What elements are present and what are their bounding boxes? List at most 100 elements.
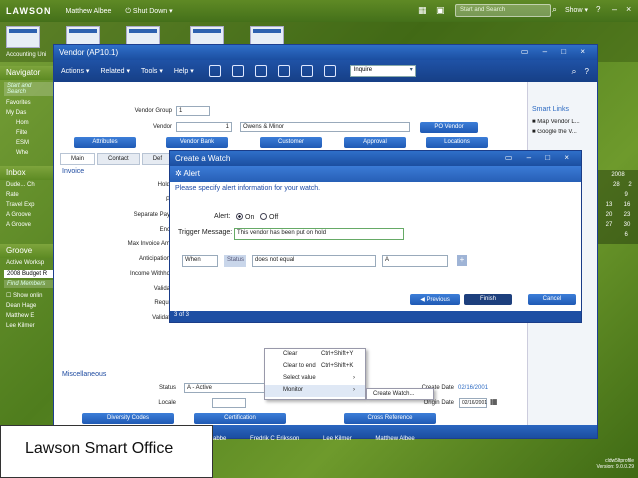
- inbox-item[interactable]: Rate: [0, 190, 58, 200]
- navigator-item[interactable]: Whe: [0, 148, 58, 158]
- po-vendor-button[interactable]: PO Vendor: [420, 122, 478, 133]
- inquire-select[interactable]: Inquire: [349, 65, 416, 77]
- document-icon[interactable]: [323, 65, 336, 77]
- invoice-section-title: Invoice: [62, 168, 85, 175]
- status-label: Status: [158, 385, 176, 391]
- taskbar-member[interactable]: Lee Kilmer: [323, 436, 352, 442]
- member-item[interactable]: Dean Hage: [0, 301, 58, 311]
- menu-item-clear-to-end[interactable]: Clear to end Ctrl+Shift+K: [265, 361, 365, 373]
- watch-page-indicator: 3 of 3: [170, 311, 581, 322]
- user-name[interactable]: Matthew Albee: [66, 8, 112, 15]
- taskbar-members: abbe Fredrik C Eriksson Lee Kilmer Matth…: [213, 436, 638, 454]
- menu-item-clear[interactable]: Clear Ctrl+Shift+Y: [265, 349, 365, 361]
- paste-icon[interactable]: [300, 65, 313, 77]
- cancel-button[interactable]: Cancel: [528, 294, 576, 305]
- navigator-item[interactable]: ESM: [0, 138, 58, 148]
- value-input[interactable]: A: [382, 255, 448, 267]
- finish-button[interactable]: Finish: [464, 294, 512, 305]
- show-online-checkbox[interactable]: ☐ Show onlin: [0, 290, 58, 301]
- inbox-item[interactable]: A Groove: [0, 210, 58, 220]
- find-members-input[interactable]: Find Members: [4, 280, 54, 288]
- taskbar-member[interactable]: abbe: [213, 436, 226, 442]
- menu-item-monitor[interactable]: Monitor ›: [265, 385, 365, 397]
- smart-links-title: Smart Links: [532, 106, 569, 113]
- inbox-header[interactable]: Inbox: [0, 166, 58, 180]
- inbox-item[interactable]: Travel Exp: [0, 200, 58, 210]
- vendor-field[interactable]: 1: [176, 122, 232, 132]
- inbox-item[interactable]: Dude... Ch: [0, 180, 58, 190]
- member-item[interactable]: Matthew E: [0, 311, 58, 321]
- zoom-icon[interactable]: ⌕: [572, 66, 577, 77]
- alert-on-radio[interactable]: On: [236, 213, 254, 221]
- diversity-codes-button[interactable]: Diversity Codes: [82, 413, 174, 424]
- help-icon[interactable]: ?: [596, 5, 600, 14]
- navigator-item[interactable]: Hom: [0, 118, 58, 128]
- calendar-icon[interactable]: ▦: [490, 397, 498, 406]
- minimize-icon[interactable]: –: [612, 4, 617, 14]
- alert-off-radio[interactable]: Off: [260, 213, 278, 221]
- menu-item-select-value[interactable]: Select value ›: [265, 373, 365, 385]
- copy-icon[interactable]: [277, 65, 290, 77]
- shutdown-button[interactable]: ⏻ Shut Down ▾: [125, 7, 172, 16]
- layout-icon[interactable]: ▦: [418, 5, 427, 16]
- form-label: Validat: [152, 315, 170, 321]
- tab-contact[interactable]: Contact: [97, 153, 140, 165]
- form-label: Hold: [157, 182, 170, 188]
- navigator-item[interactable]: My Das: [0, 108, 58, 118]
- navigator-item[interactable]: Filte: [0, 128, 58, 138]
- help-icon[interactable]: ?: [585, 67, 589, 76]
- favorites-tab[interactable]: Favorites: [0, 98, 58, 108]
- attributes-button[interactable]: Attributes: [74, 137, 136, 148]
- navigator-header[interactable]: Navigator: [0, 66, 58, 80]
- previous-button[interactable]: ◀ Previous: [410, 294, 460, 305]
- add-condition-icon[interactable]: +: [457, 255, 467, 266]
- smart-link-google-vendor[interactable]: ■ Google the V...: [532, 129, 597, 135]
- origin-date-field[interactable]: 02/16/2001: [459, 398, 487, 408]
- tools-menu[interactable]: Tools ▾: [141, 67, 163, 75]
- navigator-search-input[interactable]: Start and Search: [4, 82, 54, 96]
- help-menu[interactable]: Help ▾: [174, 67, 194, 75]
- show-menu[interactable]: Show ▾: [565, 6, 588, 14]
- delete-icon[interactable]: [254, 65, 267, 77]
- edit-icon[interactable]: [231, 65, 244, 77]
- status-field[interactable]: A - Active: [184, 383, 266, 393]
- when-select[interactable]: When: [182, 255, 218, 267]
- locale-field[interactable]: [212, 398, 246, 408]
- window-controls[interactable]: ▭ – □ ×: [521, 47, 591, 56]
- groove-header[interactable]: Groove: [0, 244, 58, 258]
- left-pane: Navigator Start and Search Favorites My …: [0, 62, 58, 478]
- approval-button[interactable]: Approval: [344, 137, 406, 148]
- cross-reference-button[interactable]: Cross Reference: [344, 413, 436, 424]
- inbox-item[interactable]: A Groove: [0, 220, 58, 230]
- watch-title-bar[interactable]: Create a Watch ▭ – □ ×: [170, 151, 581, 166]
- lawson-logo: LAWSON: [6, 6, 52, 16]
- window-thumbnail[interactable]: [6, 26, 40, 48]
- member-item[interactable]: Lee Kilmer: [0, 321, 58, 331]
- trigger-message-input[interactable]: This vendor has been put on hold: [234, 228, 404, 240]
- vendor-name-field[interactable]: Owens & Minor: [240, 122, 410, 132]
- status-condition-field[interactable]: Status: [224, 255, 246, 267]
- close-icon[interactable]: ×: [626, 4, 631, 14]
- vendor-bank-button[interactable]: Vendor Bank: [166, 137, 228, 148]
- related-menu[interactable]: Related ▾: [100, 67, 130, 75]
- start-search-input[interactable]: Start and Search: [455, 4, 551, 17]
- tab-main[interactable]: Main: [60, 153, 96, 165]
- vendor-title-bar[interactable]: Vendor (AP10.1) ▭ – □ ×: [54, 45, 597, 60]
- operator-select[interactable]: does not equal: [252, 255, 376, 267]
- alert-instruction: Please specify alert information for you…: [175, 185, 321, 192]
- workspace-select[interactable]: 2008 Budget R: [4, 270, 54, 278]
- smart-link-map-vendor[interactable]: ■ Map Vendor L...: [532, 119, 597, 125]
- create-date-value: 02/16/2001: [458, 385, 489, 391]
- window-controls[interactable]: ▭ – □ ×: [505, 153, 575, 162]
- customer-button[interactable]: Customer: [260, 137, 322, 148]
- taskbar-member[interactable]: Matthew Albee: [375, 436, 414, 442]
- certification-button[interactable]: Certification: [194, 413, 286, 424]
- locations-button[interactable]: Locations: [426, 137, 488, 148]
- taskbar-member[interactable]: Fredrik C Eriksson: [250, 436, 299, 442]
- vendor-group-field[interactable]: 1: [176, 106, 210, 116]
- search-icon[interactable]: ⌕: [552, 4, 557, 15]
- window-icon[interactable]: ▣: [436, 5, 445, 16]
- actions-menu[interactable]: Actions ▾: [61, 67, 89, 75]
- add-icon[interactable]: [208, 65, 221, 77]
- menu-item-create-watch[interactable]: Create Watch...: [366, 388, 434, 400]
